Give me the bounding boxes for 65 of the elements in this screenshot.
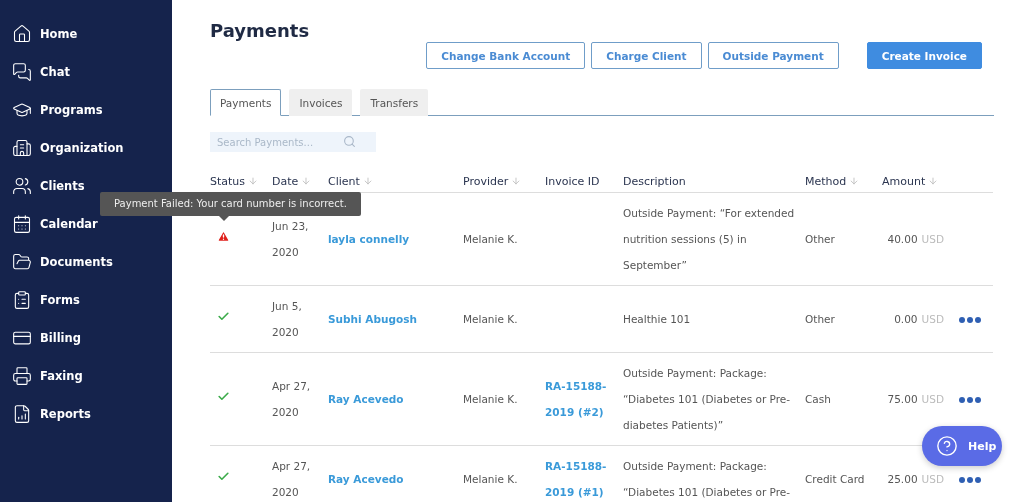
- column-header[interactable]: Client: [328, 174, 373, 188]
- more-icon[interactable]: [959, 477, 981, 483]
- column-header[interactable]: Amount: [882, 174, 939, 188]
- outline-button[interactable]: Outside Payment: [707, 42, 839, 69]
- sidebar-item[interactable]: Documents: [0, 250, 172, 274]
- more-icon[interactable]: [959, 317, 981, 323]
- currency-text: USD: [921, 392, 944, 407]
- tab[interactable]: Transfers: [360, 89, 429, 116]
- amount-text: 75.00: [887, 392, 918, 407]
- description-text: Outside Payment: Package: “Diabetes 101 (Diabetes or Pre-: [623, 459, 792, 500]
- sidebar-item[interactable]: Chat: [0, 60, 172, 84]
- house-icon: [12, 24, 32, 44]
- method-text: Other: [805, 312, 835, 327]
- sidebar-item[interactable]: Billing: [0, 326, 172, 350]
- provider-text: Melanie K.: [463, 232, 518, 247]
- description-text: Outside Payment: “For extended nutrition sessions (5) in September”: [623, 206, 795, 273]
- method-text: Credit Card: [805, 472, 865, 487]
- tooltip-pointer-icon: [219, 216, 229, 221]
- description-text: Outside Payment: Package: “Diabetes 101 (Diabetes or Pre-diabetes Patients)”: [623, 366, 792, 433]
- provider-text: Melanie K.: [463, 392, 518, 407]
- report-icon: [12, 404, 32, 424]
- sidebar-item[interactable]: Forms: [0, 288, 172, 312]
- page-title: Payments: [210, 20, 310, 41]
- search-icon: [343, 135, 356, 148]
- sidebar-item[interactable]: Programs: [0, 98, 172, 122]
- more-icon[interactable]: [959, 397, 981, 403]
- description-text: Healthie 101: [623, 312, 692, 327]
- amount-text: 40.00: [887, 232, 918, 247]
- date-text: Jun 5, 2020: [272, 299, 303, 340]
- folder-icon: [12, 252, 32, 272]
- tab[interactable]: Payments: [210, 89, 282, 116]
- people-icon: [12, 176, 32, 196]
- sidebar-item[interactable]: Organization: [0, 136, 172, 160]
- search-field[interactable]: Search Payments...: [210, 132, 376, 152]
- outline-button[interactable]: Change Bank Account: [426, 42, 586, 69]
- building-icon: [12, 138, 32, 158]
- currency-text: USD: [921, 472, 944, 487]
- provider-text: Melanie K.: [463, 312, 518, 327]
- fax-icon: [12, 366, 32, 386]
- date-text: Apr 27, 2020: [272, 459, 312, 500]
- date-text: Apr 27, 2020: [272, 379, 312, 420]
- method-text: Cash: [805, 392, 831, 407]
- column-header: Description: [623, 174, 686, 188]
- tab[interactable]: Invoices: [289, 89, 353, 116]
- question-icon: [936, 435, 958, 457]
- help-button[interactable]: Help: [922, 426, 1002, 466]
- outline-button[interactable]: Charge Client: [591, 42, 702, 69]
- currency-text: USD: [921, 232, 944, 247]
- calendar-icon: [12, 214, 32, 234]
- method-text: Other: [805, 232, 835, 247]
- column-header: Invoice ID: [545, 174, 600, 188]
- sidebar-item[interactable]: Reports: [0, 402, 172, 426]
- column-header[interactable]: Method: [805, 174, 860, 188]
- amount-text: 0.00: [894, 312, 918, 327]
- amount-text: 25.00: [887, 472, 918, 487]
- date-text: Jun 23, 2020: [272, 219, 310, 260]
- provider-text: Melanie K.: [463, 472, 518, 487]
- currency-text: USD: [921, 312, 944, 327]
- column-header[interactable]: Provider: [463, 174, 522, 188]
- column-header[interactable]: Date: [272, 174, 312, 188]
- sidebar-item[interactable]: Home: [0, 22, 172, 46]
- clipboard-icon: [12, 290, 32, 310]
- column-header[interactable]: Status: [210, 174, 259, 188]
- chat-icon: [12, 62, 32, 82]
- sidebar-item[interactable]: Faxing: [0, 364, 172, 388]
